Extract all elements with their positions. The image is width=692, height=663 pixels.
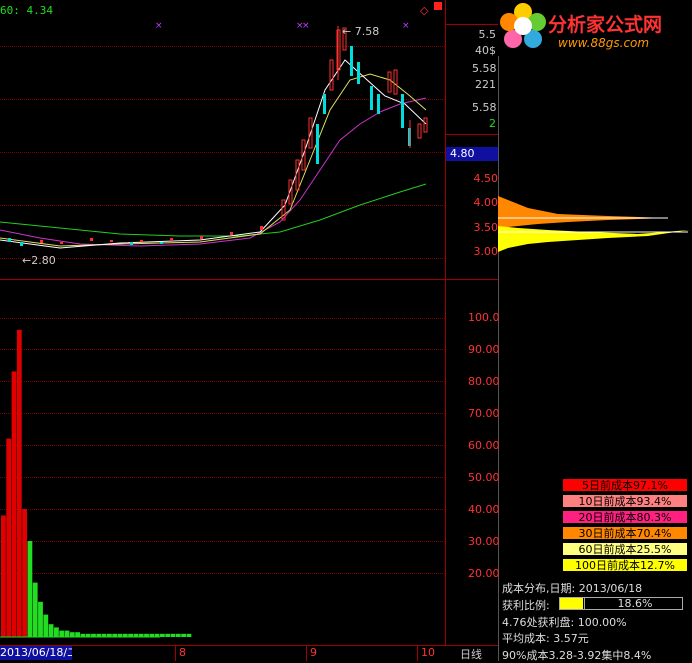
price-tick: 5.5 — [478, 28, 497, 41]
profit-ratio-label: 获利比例: — [502, 599, 550, 612]
volume-bars[interactable] — [0, 280, 445, 644]
legend-row: 30日前成本70.4% — [562, 526, 688, 540]
axis-tick: 20.00 — [468, 567, 500, 580]
flower-icon — [500, 3, 546, 48]
legend-row: 60日前成本25.5% — [562, 542, 688, 556]
xaxis-month: 8 — [179, 646, 186, 659]
logo: 分析家公式网 www.88gs.com — [498, 0, 692, 56]
axis-tick: 70.00 — [468, 407, 500, 420]
price-tick: 5.58 — [472, 62, 497, 75]
axis-tick: 40.00 — [468, 503, 500, 516]
profit-ratio-bar: 18.6% — [559, 597, 683, 610]
xaxis-month: 9 — [310, 646, 317, 659]
avg-cost: 平均成本: 3.57元 — [502, 632, 589, 645]
cost-dist-date: 成本分布,日期: 2013/06/18 — [502, 582, 643, 595]
tick-separator — [445, 24, 498, 25]
profit-at-price: 4.76处获利盘: 100.00% — [502, 616, 627, 629]
axis-tick: 100.0 — [468, 311, 500, 324]
price-tick: 2 — [489, 117, 496, 130]
price-chart[interactable]: × × × × — [0, 0, 445, 278]
volume-bar — [32, 582, 38, 637]
svg-text:×: × — [302, 21, 310, 31]
volume-bar — [22, 509, 27, 637]
axis-tick: 3.00 — [473, 245, 499, 258]
xaxis-tick — [306, 645, 307, 661]
date-label: 2013/06/18/二 — [0, 646, 72, 660]
axis-tick: 4.50 — [473, 172, 499, 185]
volume-bar — [48, 624, 54, 637]
volume-bar — [6, 438, 12, 637]
axis-tick: 60.00 — [468, 439, 500, 452]
logo-url: www.88gs.com — [558, 36, 650, 50]
svg-text:×: × — [402, 21, 410, 31]
profit-ratio-value: 18.6% — [584, 598, 685, 609]
volume-bar — [69, 632, 75, 637]
xaxis-tick — [417, 645, 418, 661]
volume-bar — [1, 515, 6, 637]
volume-bar — [43, 614, 49, 637]
volume-bar — [59, 630, 65, 637]
volume-bar — [54, 627, 59, 637]
low-marker: ←2.80 — [22, 254, 56, 267]
volume-bar — [64, 630, 70, 637]
tick-separator — [445, 134, 498, 135]
axis-tick: 4.00 — [473, 196, 499, 209]
axis-tick: 80.00 — [468, 375, 500, 388]
volume-bar — [75, 632, 80, 637]
legend-row: 100日前成本12.7% — [562, 558, 688, 572]
legend-row: 10日前成本93.4% — [562, 494, 688, 508]
axis-divider — [445, 0, 446, 645]
volume-bar — [11, 371, 17, 637]
volume-bar — [38, 601, 43, 637]
volume-bar — [175, 633, 181, 637]
period-label[interactable]: 日线 — [460, 646, 482, 662]
volume-bar — [186, 633, 192, 637]
current-price-box: 4.80 — [446, 147, 498, 161]
xaxis-tick — [175, 645, 176, 661]
volume-bar — [16, 329, 22, 637]
cost-distribution — [498, 196, 690, 252]
high-marker: ← 7.58 — [342, 25, 380, 38]
volume-bar — [27, 541, 33, 637]
legend-row: 5日前成本97.1% — [562, 478, 688, 492]
price-tick: 5.58 — [472, 101, 497, 114]
panel-divider — [498, 0, 499, 661]
volume-bar — [170, 633, 176, 637]
xaxis-month: 10 — [421, 646, 435, 659]
svg-text:×: × — [155, 21, 163, 31]
volume-bar — [160, 633, 165, 637]
price-tick: 221 — [475, 78, 496, 91]
axis-tick: 50.00 — [468, 471, 500, 484]
legend-row: 20日前成本80.3% — [562, 510, 688, 524]
axis-tick: 30.00 — [468, 535, 500, 548]
axis-tick: 90.00 — [468, 343, 500, 356]
axis-tick: 3.50 — [473, 221, 499, 234]
price-tick: 40$ — [475, 44, 496, 57]
volume-bar — [181, 633, 186, 637]
logo-title: 分析家公式网 — [548, 14, 663, 36]
volume-bar — [165, 633, 171, 637]
profit-ratio-fill — [560, 598, 583, 609]
